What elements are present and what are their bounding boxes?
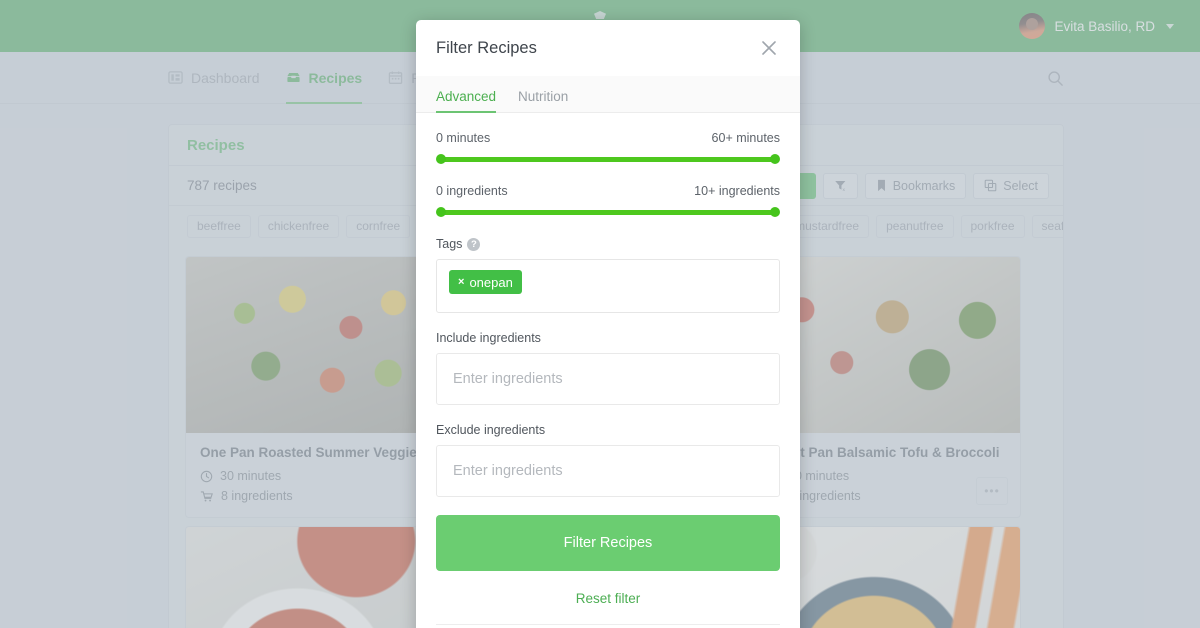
modal-header: Filter Recipes bbox=[416, 20, 800, 76]
tags-field-label: Tags ? bbox=[436, 237, 780, 251]
slider-handle-max[interactable] bbox=[770, 207, 780, 217]
time-range-max-label: 60+ minutes bbox=[711, 131, 780, 145]
app-root: Evita Basilio, RD Dashboard bbox=[0, 0, 1200, 628]
ingredient-range-filter: 0 ingredients 10+ ingredients bbox=[436, 184, 780, 217]
time-range-filter: 0 minutes 60+ minutes bbox=[436, 131, 780, 164]
modal-title: Filter Recipes bbox=[436, 38, 537, 57]
time-range-min-label: 0 minutes bbox=[436, 131, 491, 145]
slider-track bbox=[440, 157, 776, 162]
include-placeholder: Enter ingredients bbox=[453, 371, 563, 387]
include-field-label: Include ingredients bbox=[436, 331, 541, 345]
ingredient-range-slider[interactable] bbox=[436, 207, 780, 217]
filter-recipes-modal: Filter Recipes Advanced Nutrition 0 minu… bbox=[416, 20, 800, 628]
help-circle-icon[interactable]: ? bbox=[467, 237, 481, 251]
tags-input[interactable]: × onepan bbox=[436, 259, 780, 313]
tag-chip-label: onepan bbox=[469, 274, 513, 290]
exclude-ingredients-input[interactable]: Enter ingredients bbox=[436, 445, 780, 497]
tag-chip-onepan[interactable]: × onepan bbox=[449, 270, 522, 294]
close-button[interactable] bbox=[758, 37, 780, 59]
ingredient-range-min-label: 0 ingredients bbox=[436, 184, 508, 198]
close-icon bbox=[762, 41, 776, 55]
include-ingredients-input[interactable]: Enter ingredients bbox=[436, 353, 780, 405]
slider-handle-max[interactable] bbox=[770, 154, 780, 164]
submit-filter-button[interactable]: Filter Recipes bbox=[436, 515, 780, 571]
time-range-slider[interactable] bbox=[436, 154, 780, 164]
ingredient-range-max-label: 10+ ingredients bbox=[694, 184, 780, 198]
exclude-field-label: Exclude ingredients bbox=[436, 423, 546, 437]
modal-tabs: Advanced Nutrition bbox=[416, 76, 800, 113]
modal-body: 0 minutes 60+ minutes 0 ingredients 10+ … bbox=[416, 113, 800, 628]
reset-filter-link[interactable]: Reset filter bbox=[436, 591, 780, 622]
exclude-placeholder: Enter ingredients bbox=[453, 463, 563, 479]
slider-handle-min[interactable] bbox=[436, 154, 446, 164]
slider-handle-min[interactable] bbox=[436, 207, 446, 217]
tags-label: Tags bbox=[436, 237, 463, 251]
remove-tag-icon[interactable]: × bbox=[458, 276, 464, 288]
tab-advanced[interactable]: Advanced bbox=[436, 89, 497, 113]
slider-track bbox=[440, 210, 776, 215]
tab-nutrition[interactable]: Nutrition bbox=[518, 89, 568, 112]
modal-footer-divider bbox=[436, 624, 780, 625]
